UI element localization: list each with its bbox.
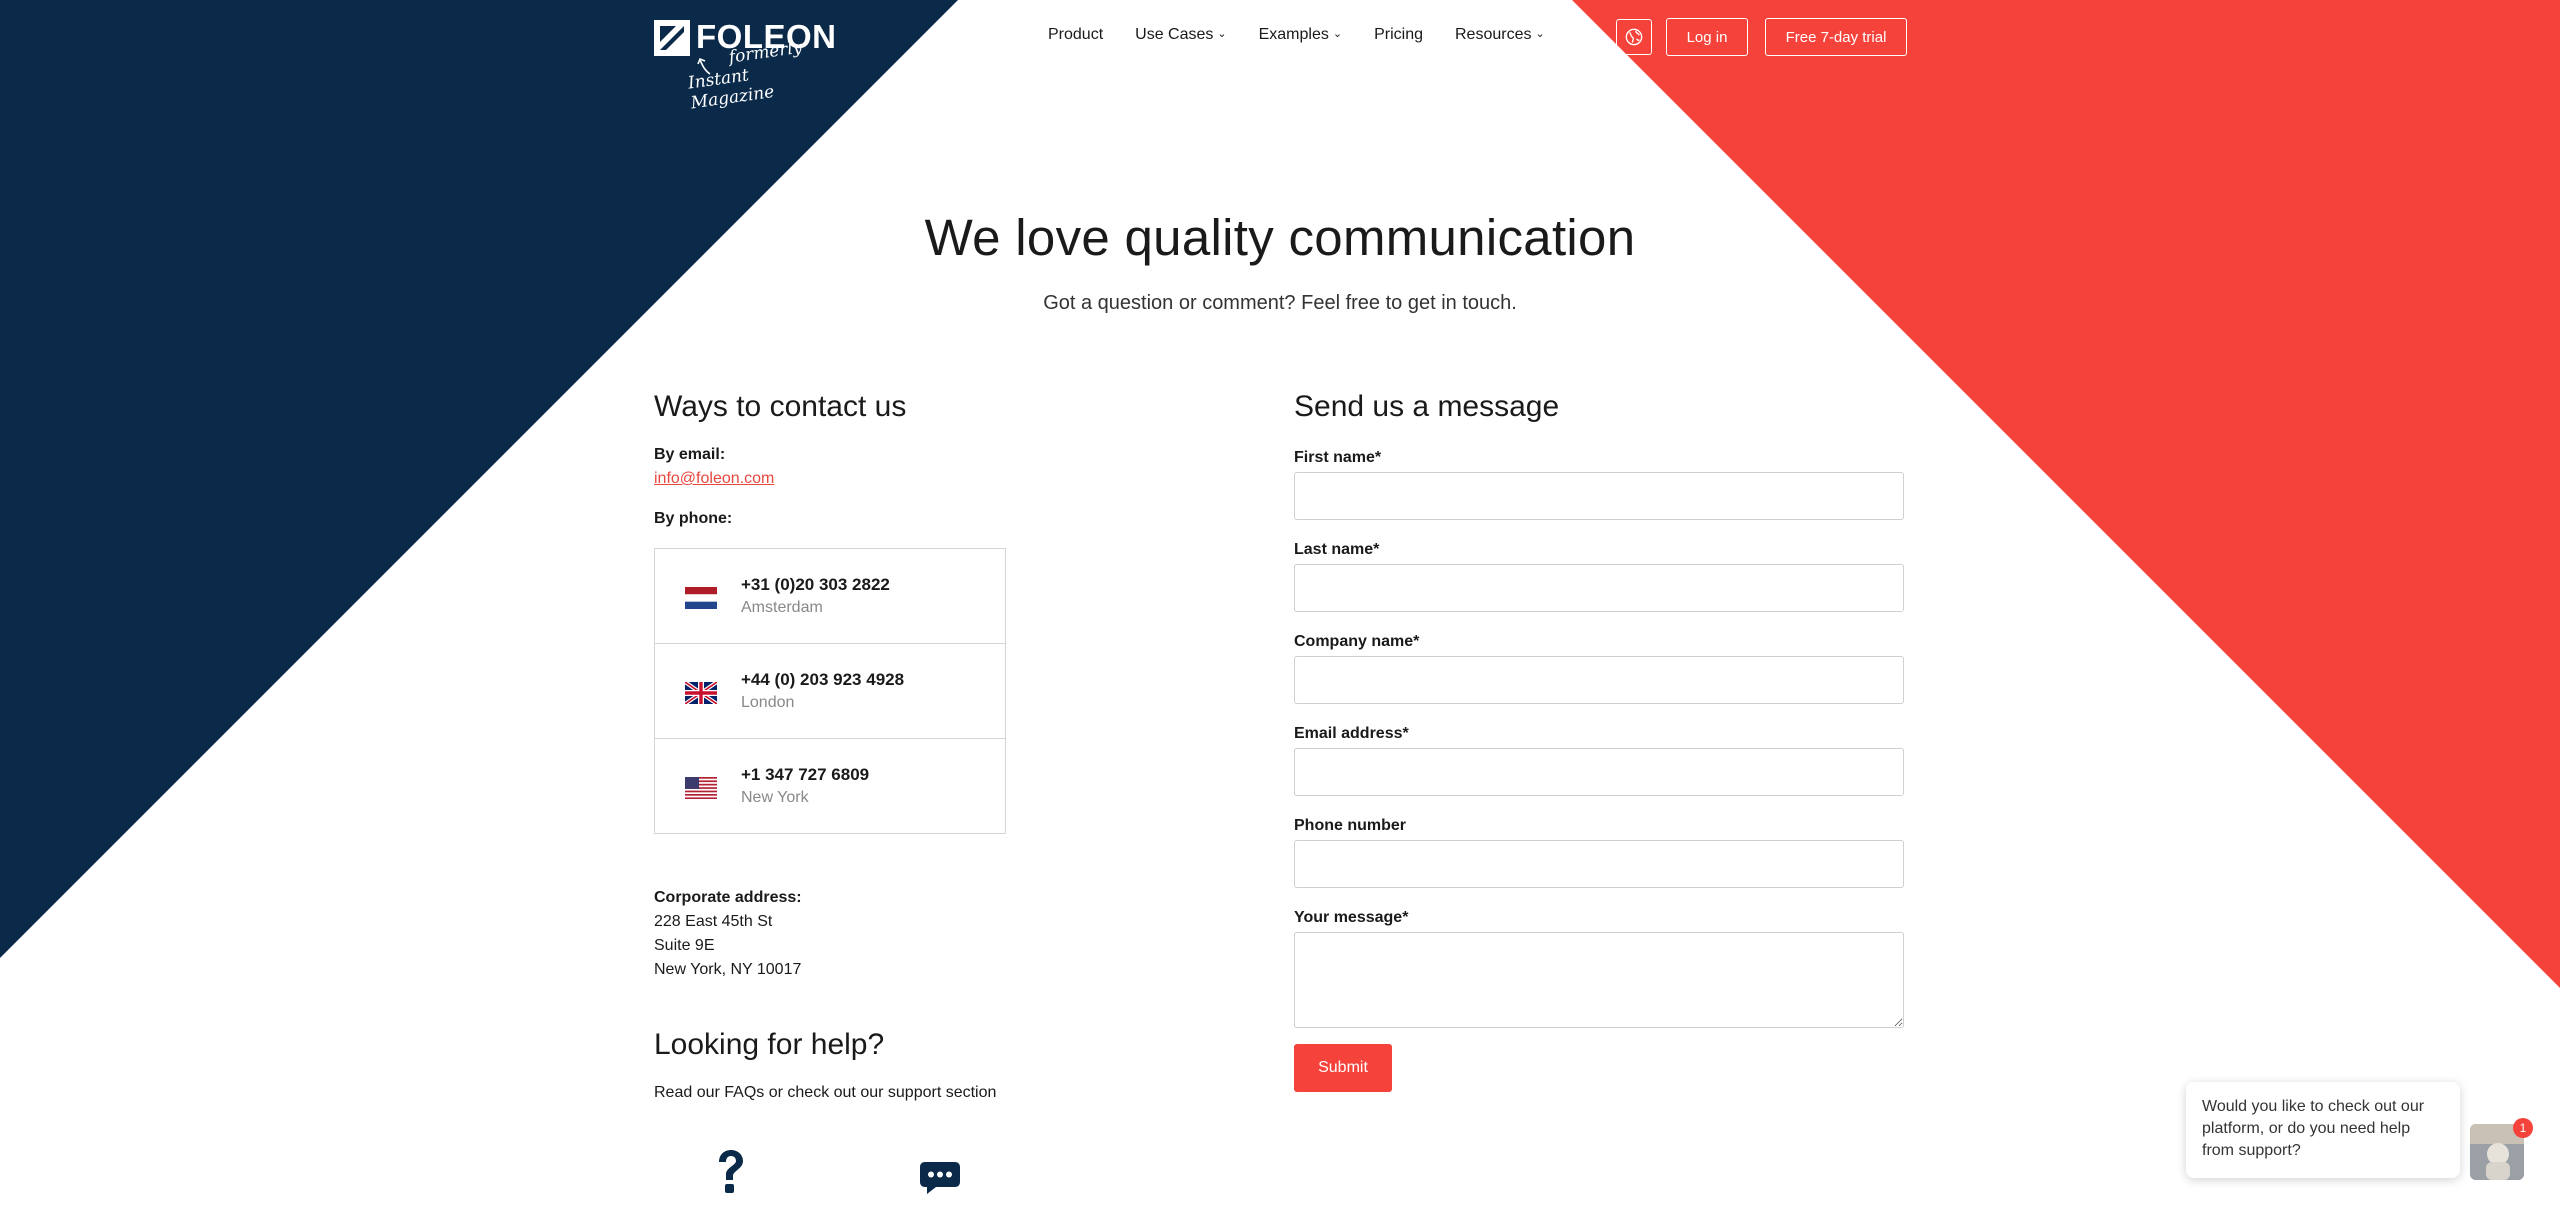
submit-button[interactable]: Submit [1294, 1044, 1392, 1092]
uk-flag-icon [685, 682, 717, 704]
phone-row-new-york[interactable]: +1 347 727 6809 New York [655, 739, 1005, 833]
nav-use-cases[interactable]: Use Cases ⌄ [1135, 26, 1226, 44]
language-button[interactable] [1616, 19, 1652, 55]
address-line: 228 East 45th St [654, 913, 773, 930]
globe-icon [1625, 28, 1643, 46]
foleon-logo-icon [654, 20, 690, 56]
nav-label: Examples [1258, 26, 1329, 43]
chevron-down-icon: ⌄ [1535, 27, 1545, 40]
background-shapes [0, 0, 2560, 988]
first-name-label: First name* [1294, 449, 1382, 466]
phone-number: +44 (0) 203 923 4928 [741, 670, 905, 689]
support-chat-icon[interactable] [920, 1160, 960, 1196]
notification-badge: 1 [2513, 1118, 2533, 1138]
message-label: Your message* [1294, 909, 1409, 926]
netherlands-flag-icon [685, 587, 717, 609]
chevron-down-icon: ⌄ [1217, 27, 1227, 40]
page-title: We love quality communication [924, 209, 1636, 266]
login-button[interactable]: Log in [1666, 18, 1748, 56]
foleon-logo[interactable]: FOLEON formerly Instant Magazine [654, 18, 836, 113]
nav-examples[interactable]: Examples ⌄ [1259, 26, 1342, 44]
main-nav: Product Use Cases ⌄ Examples ⌄ Pricing R… [1048, 26, 1577, 44]
phone-city: London [741, 694, 795, 711]
nav-label: Resources [1454, 26, 1532, 43]
phone-number-label: Phone number [1294, 817, 1407, 834]
nav-label: Product [1048, 26, 1104, 43]
faq-question-icon[interactable] [710, 1148, 750, 1198]
company-name-label: Company name* [1294, 633, 1420, 650]
help-section-title: Looking for help? [654, 1028, 885, 1061]
us-flag-icon [685, 777, 717, 799]
nav-resources[interactable]: Resources ⌄ [1455, 26, 1545, 44]
corporate-address: Corporate address: 228 East 45th St Suit… [654, 886, 802, 982]
phone-label: By phone: [654, 510, 733, 527]
chat-prompt-bubble[interactable]: Would you like to check out our platform… [2186, 1082, 2460, 1178]
phone-number: +1 347 727 6809 [741, 765, 870, 784]
phone-row-amsterdam[interactable]: +31 (0)20 303 2822 Amsterdam [655, 549, 1005, 644]
first-name-field[interactable] [1294, 472, 1904, 520]
phone-city: New York [741, 789, 809, 806]
phone-city: Amsterdam [741, 599, 823, 616]
company-name-field[interactable] [1294, 656, 1904, 704]
address-line: Suite 9E [654, 937, 715, 954]
page-subtitle: Got a question or comment? Feel free to … [1043, 292, 1517, 314]
contact-section-title: Ways to contact us [654, 390, 907, 423]
phone-list: +31 (0)20 303 2822 Amsterdam +44 (0) 203… [654, 548, 1006, 834]
nav-label: Pricing [1374, 26, 1423, 43]
phone-number: +31 (0)20 303 2822 [741, 575, 890, 594]
email-link[interactable]: info@foleon.com [654, 470, 774, 488]
address-label: Corporate address: [654, 889, 802, 906]
address-line: New York, NY 10017 [654, 961, 802, 978]
phone-row-london[interactable]: +44 (0) 203 923 4928 London [655, 644, 1005, 739]
nav-product[interactable]: Product [1048, 26, 1103, 44]
email-address-field[interactable] [1294, 748, 1904, 796]
help-text: Read our FAQs or check out our support s… [654, 1084, 997, 1101]
last-name-label: Last name* [1294, 541, 1380, 558]
nav-label: Use Cases [1135, 26, 1214, 43]
email-address-label: Email address* [1294, 725, 1409, 742]
email-label: By email: [654, 446, 726, 463]
free-trial-button[interactable]: Free 7-day trial [1765, 18, 1907, 56]
nav-pricing[interactable]: Pricing [1374, 26, 1423, 44]
message-field[interactable] [1294, 932, 1904, 1028]
last-name-field[interactable] [1294, 564, 1904, 612]
form-title: Send us a message [1294, 390, 1560, 423]
chevron-down-icon: ⌄ [1332, 27, 1343, 40]
phone-number-field[interactable] [1294, 840, 1904, 888]
